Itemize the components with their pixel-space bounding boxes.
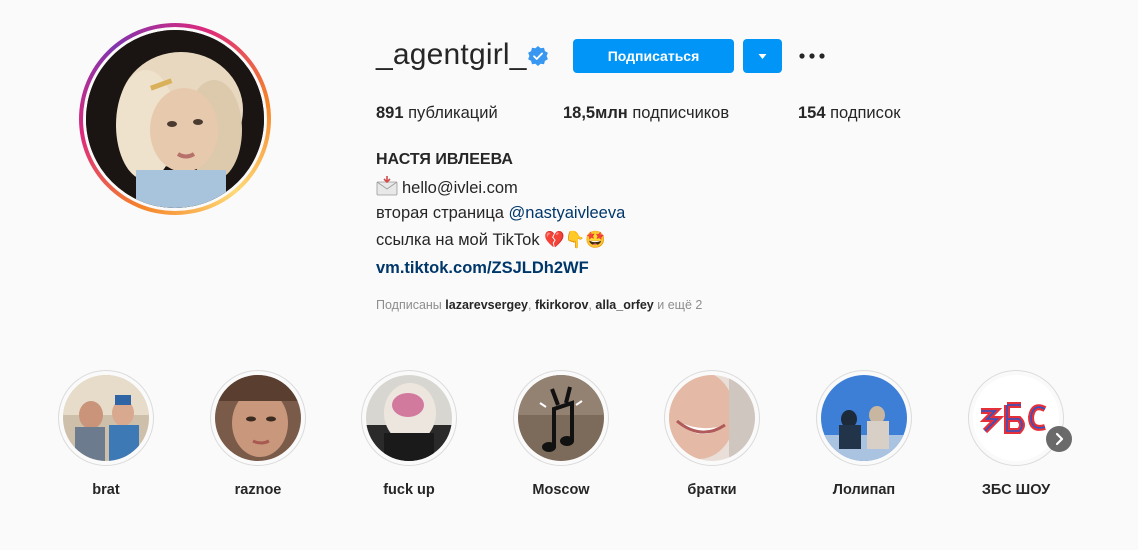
- bio-tiktok-text: ссылка на мой TikTok: [376, 231, 540, 249]
- highlight-label: братки: [687, 482, 737, 498]
- highlight-item[interactable]: fuck up: [359, 370, 459, 498]
- caret-down-icon: [758, 54, 767, 59]
- blurred-face-photo-icon: [366, 375, 452, 461]
- people-sky-photo-icon: [821, 375, 907, 461]
- following-count: 154: [798, 104, 826, 122]
- followers-stat[interactable]: 18,5млн подписчиков: [563, 104, 729, 123]
- more-options-button[interactable]: [796, 44, 828, 68]
- bio-email: hello@ivlei.com: [402, 179, 518, 197]
- face-closeup-photo-icon: [215, 375, 301, 461]
- bio-tiktok-line: ссылка на мой TikTok 💔👇🤩: [376, 231, 606, 250]
- profile-page: _agentgirl_ Подписаться 891 публикаций 1…: [0, 0, 1138, 550]
- verified-badge-icon: [528, 46, 548, 66]
- highlights-next-button[interactable]: [1046, 426, 1072, 452]
- bio-external-link[interactable]: vm.tiktok.com/ZSJLDh2WF: [376, 259, 589, 277]
- followers-count: 18,5млн: [563, 104, 628, 122]
- laughing-mouth-photo-icon: [669, 375, 755, 461]
- following-label: подписок: [830, 104, 901, 122]
- bio-second-page-prefix: вторая страница: [376, 204, 504, 222]
- subscribe-button[interactable]: Подписаться: [573, 39, 734, 73]
- posts-label: публикаций: [408, 104, 498, 122]
- followed-by-name: fkirkorov: [534, 298, 589, 312]
- highlight-label: Moscow: [532, 482, 590, 498]
- more-horizontal-icon: [799, 53, 825, 59]
- highlight-label: raznoe: [234, 482, 282, 498]
- bio-emojis: 💔👇🤩: [544, 231, 606, 249]
- following-stat[interactable]: 154 подписок: [798, 104, 900, 123]
- highlight-item[interactable]: Лолипап: [814, 370, 914, 498]
- username: _agentgirl_: [376, 38, 527, 71]
- followers-label: подписчиков: [632, 104, 730, 122]
- highlight-label: Лолипап: [832, 482, 896, 498]
- highlight-item[interactable]: brat: [56, 370, 156, 498]
- followed-by-name: lazarevsergey: [445, 298, 528, 312]
- avatar-photo: [86, 30, 264, 208]
- suggested-dropdown-button[interactable]: [743, 39, 782, 73]
- followed-by-suffix: и ещё 2: [657, 298, 703, 312]
- followed-by-prefix: Подписаны: [376, 298, 442, 312]
- highlight-item[interactable]: raznoe: [208, 370, 308, 498]
- music-note-rock-hand-icon: [518, 375, 604, 461]
- bio-second-page-line: вторая страница @nastyaivleeva: [376, 204, 625, 223]
- bio-mention-link[interactable]: @nastyaivleeva: [509, 204, 626, 222]
- highlight-label: fuck up: [383, 482, 435, 498]
- avatar-portrait-icon: [86, 30, 264, 208]
- profile-avatar[interactable]: [79, 23, 271, 215]
- bio-email-line: hello@ivlei.com: [376, 176, 518, 198]
- followed-by-name: alla_orfey: [595, 298, 654, 312]
- posts-stat: 891 публикаций: [376, 104, 498, 123]
- posts-count: 891: [376, 104, 404, 122]
- envelope-icon: [376, 176, 398, 196]
- chevron-right-icon: [1055, 432, 1064, 446]
- two-people-costume-photo-icon: [63, 375, 149, 461]
- highlight-item[interactable]: Moscow: [511, 370, 611, 498]
- highlight-label: ЗБС ШОУ: [981, 482, 1051, 498]
- bio-link-line: vm.tiktok.com/ZSJLDh2WF: [376, 259, 589, 278]
- full-name: НАСТЯ ИВЛЕЕВА: [376, 151, 513, 168]
- highlight-label: brat: [92, 482, 120, 498]
- highlight-item[interactable]: братки: [662, 370, 762, 498]
- followed-by[interactable]: Подписаны lazarevsergey, fkirkorov, alla…: [376, 298, 702, 312]
